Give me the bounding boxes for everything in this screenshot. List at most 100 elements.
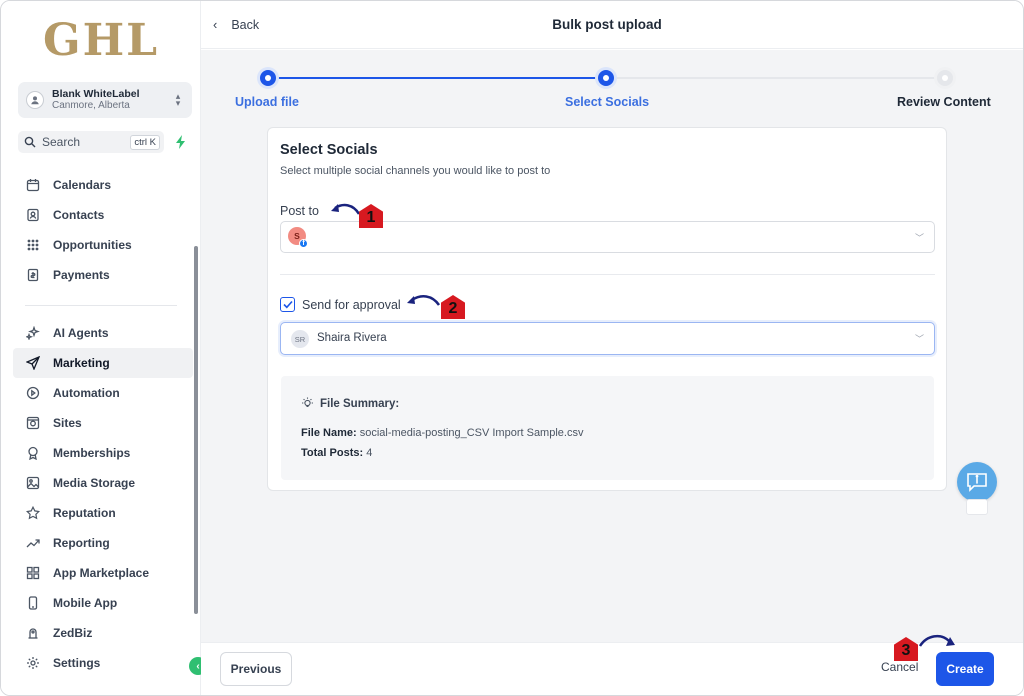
step-select-socials[interactable]: Select Socials xyxy=(565,95,649,109)
sidebar-item-opportunities[interactable]: Opportunities xyxy=(13,230,193,260)
help-widget-tab[interactable] xyxy=(966,499,988,515)
sidebar-item-label: Settings xyxy=(53,656,101,670)
annotation-arrow-2 xyxy=(407,295,441,306)
section-divider xyxy=(280,274,935,275)
total-posts-value: 4 xyxy=(366,447,373,459)
contacts-icon xyxy=(25,207,41,223)
app-window: GHL Blank WhiteLabel Canmore, Alberta ▴ ▾… xyxy=(0,0,1024,696)
sidebar: GHL Blank WhiteLabel Canmore, Alberta ▴ ▾… xyxy=(1,1,201,695)
calendar-icon xyxy=(25,177,41,193)
account-switcher[interactable]: Blank WhiteLabel Canmore, Alberta ▴ ▾ xyxy=(18,82,192,118)
main-content: Upload file Select Socials Review Conten… xyxy=(201,50,1023,642)
step-review-content-dot xyxy=(937,70,953,86)
sidebar-item-label: Automation xyxy=(53,386,120,400)
gear-icon xyxy=(25,655,41,671)
quick-actions-bolt-icon[interactable] xyxy=(171,132,191,152)
card-title: Select Socials xyxy=(280,142,378,158)
sidebar-item-label: Opportunities xyxy=(53,238,132,252)
sparkle-icon xyxy=(25,325,41,341)
sidebar-item-automation[interactable]: Automation xyxy=(13,378,193,408)
step-upload-file[interactable]: Upload file xyxy=(235,95,299,109)
sidebar-scrollbar[interactable] xyxy=(194,246,198,614)
chevron-up-down-icon: ▴ ▾ xyxy=(175,91,181,108)
select-socials-card: Select Socials Select multiple social ch… xyxy=(267,127,947,491)
search-shortcut: ctrl K xyxy=(130,134,160,150)
chevron-down-icon: ﹀ xyxy=(914,233,924,243)
sites-icon xyxy=(25,415,41,431)
file-summary: File Summary: File Name: social-media-po… xyxy=(281,376,934,480)
memberships-icon xyxy=(25,445,41,461)
file-name-row: File Name: social-media-posting_CSV Impo… xyxy=(301,427,583,439)
approver-select[interactable]: SR Shaira Rivera ﹀ xyxy=(280,322,935,355)
sidebar-item-label: AI Agents xyxy=(53,326,109,340)
sidebar-item-ai-agents[interactable]: AI Agents xyxy=(13,318,193,348)
sidebar-item-label: Media Storage xyxy=(53,476,136,490)
create-button[interactable]: Create xyxy=(936,652,994,686)
sidebar-item-label: Payments xyxy=(53,268,110,282)
lightbulb-icon xyxy=(302,397,313,408)
file-name-value: social-media-posting_CSV Import Sample.c… xyxy=(359,427,584,439)
chevron-left-icon: ‹ xyxy=(196,660,200,672)
sidebar-item-label: Memberships xyxy=(53,446,131,460)
send-for-approval-label[interactable]: Send for approval xyxy=(302,298,401,312)
zedbiz-icon xyxy=(25,625,41,641)
sidebar-item-settings[interactable]: Settings xyxy=(13,648,193,678)
sidebar-item-mobile-app[interactable]: Mobile App xyxy=(13,588,193,618)
image-icon xyxy=(25,475,41,491)
stepper-remaining-line xyxy=(606,77,946,79)
sidebar-item-zedbiz[interactable]: ZedBiz xyxy=(13,618,193,648)
step-upload-file-dot xyxy=(260,70,276,86)
sidebar-item-label: Calendars xyxy=(53,178,112,192)
sidebar-item-label: Marketing xyxy=(53,356,110,370)
search-label: Search xyxy=(42,135,81,149)
stepper-progress-line xyxy=(268,77,606,79)
sidebar-item-label: Sites xyxy=(53,416,82,430)
post-to-label: Post to xyxy=(280,204,319,218)
sidebar-item-label: ZedBiz xyxy=(53,626,93,640)
sidebar-item-reporting[interactable]: Reporting xyxy=(13,528,193,558)
sidebar-item-label: Reputation xyxy=(53,506,116,520)
sidebar-item-app-marketplace[interactable]: App Marketplace xyxy=(13,558,193,588)
sidebar-nav-bottom: AI Agents Marketing Automation Sites Mem… xyxy=(13,318,193,678)
automation-icon xyxy=(25,385,41,401)
sidebar-item-reputation[interactable]: Reputation xyxy=(13,498,193,528)
help-widget-button[interactable] xyxy=(957,462,997,502)
approver-name: Shaira Rivera xyxy=(317,332,387,344)
sidebar-item-calendars[interactable]: Calendars xyxy=(13,170,193,200)
page-header: ‹ Back Bulk post upload xyxy=(201,1,1023,49)
star-icon xyxy=(25,505,41,521)
file-summary-title-text: File Summary: xyxy=(320,397,400,410)
account-location: Canmore, Alberta xyxy=(52,100,130,111)
search-input[interactable]: Search ctrl K xyxy=(18,131,164,153)
checkmark-icon xyxy=(282,300,293,309)
sidebar-item-label: Mobile App xyxy=(53,596,118,610)
previous-button[interactable]: Previous xyxy=(220,652,292,686)
sidebar-item-label: Reporting xyxy=(53,536,110,550)
sidebar-item-memberships[interactable]: Memberships xyxy=(13,438,193,468)
cancel-button[interactable]: Cancel xyxy=(881,660,918,674)
total-posts-label: Total Posts: xyxy=(301,447,364,459)
company-logo[interactable]: GHL xyxy=(43,15,159,66)
step-review-content: Review Content xyxy=(897,95,991,109)
sidebar-item-contacts[interactable]: Contacts xyxy=(13,200,193,230)
sidebar-item-payments[interactable]: Payments xyxy=(13,260,193,290)
sidebar-item-marketing[interactable]: Marketing xyxy=(13,348,193,378)
account-avatar-icon xyxy=(26,91,44,109)
facebook-icon: f xyxy=(299,239,308,248)
total-posts-row: Total Posts: 4 xyxy=(301,447,372,459)
payments-icon xyxy=(25,267,41,283)
card-subtitle: Select multiple social channels you woul… xyxy=(280,165,551,177)
sidebar-item-media-storage[interactable]: Media Storage xyxy=(13,468,193,498)
grid-icon xyxy=(25,565,41,581)
search-icon xyxy=(24,136,36,148)
opportunities-icon xyxy=(25,237,41,253)
sidebar-item-sites[interactable]: Sites xyxy=(13,408,193,438)
sidebar-divider xyxy=(25,305,177,306)
send-for-approval-checkbox[interactable] xyxy=(280,297,295,312)
account-name: Blank WhiteLabel xyxy=(52,88,140,100)
page-title: Bulk post upload xyxy=(552,17,662,32)
chevron-down-icon: ﹀ xyxy=(914,334,924,344)
approver-avatar: SR xyxy=(291,330,309,348)
sidebar-item-label: Contacts xyxy=(53,208,105,222)
sidebar-item-label: App Marketplace xyxy=(53,566,150,580)
